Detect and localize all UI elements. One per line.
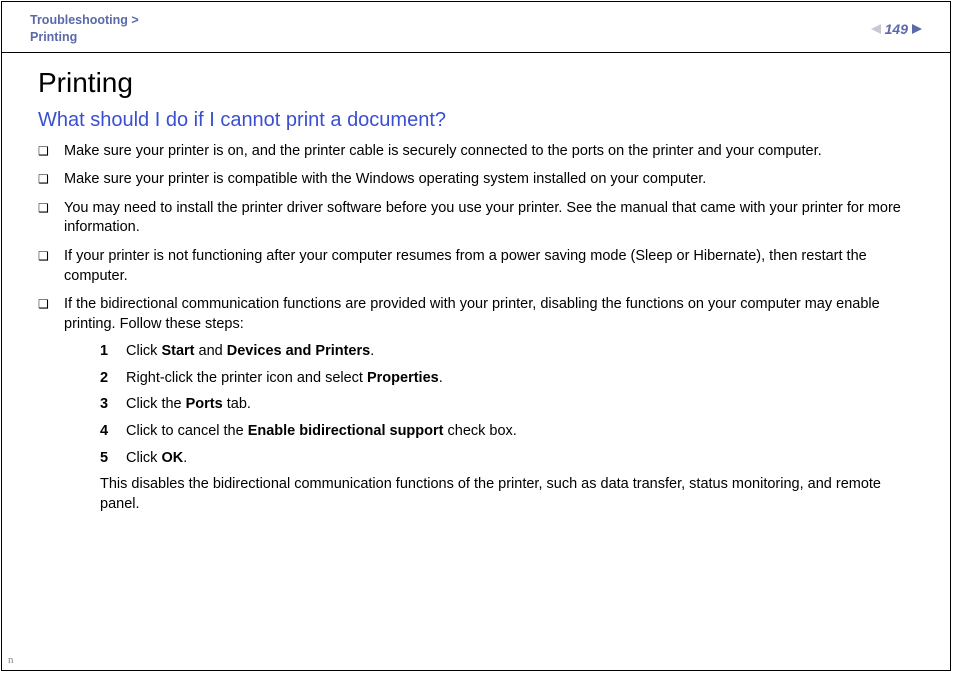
breadcrumb[interactable]: Troubleshooting > Printing (30, 12, 139, 46)
prev-page-arrow-icon[interactable] (871, 24, 881, 34)
step-text: Click the Ports tab. (126, 395, 251, 415)
step-text: Click to cancel the Enable bidirectional… (126, 422, 517, 442)
step-number: 5 (100, 449, 126, 469)
step-number: 2 (100, 369, 126, 389)
list-item: ❑ Make sure your printer is on, and the … (38, 142, 918, 162)
breadcrumb-current: Printing (30, 30, 77, 44)
list-item-text: Make sure your printer is on, and the pr… (64, 142, 918, 162)
section-question: What should I do if I cannot print a doc… (38, 109, 918, 132)
bullet-icon: ❑ (38, 170, 64, 187)
step-text: Right-click the printer icon and select … (126, 369, 443, 389)
page-nav: 149 (871, 21, 922, 37)
bullet-icon: ❑ (38, 142, 64, 159)
step-item: 2Right-click the printer icon and select… (100, 369, 918, 389)
bullet-list: ❑ Make sure your printer is on, and the … (38, 142, 918, 514)
page-number: 149 (885, 21, 908, 37)
main-content: Printing What should I do if I cannot pr… (2, 53, 950, 514)
list-item-text: Make sure your printer is compatible wit… (64, 170, 918, 190)
step-item: 5Click OK. (100, 449, 918, 469)
list-item-lead: If the bidirectional communication funct… (64, 296, 880, 332)
list-item: ❑ You may need to install the printer dr… (38, 199, 918, 238)
step-number: 3 (100, 395, 126, 415)
list-item-text: If the bidirectional communication funct… (64, 295, 918, 514)
step-text: Click Start and Devices and Printers. (126, 342, 374, 362)
step-item: 4Click to cancel the Enable bidirectiona… (100, 422, 918, 442)
next-page-arrow-icon[interactable] (912, 24, 922, 34)
bullet-icon: ❑ (38, 295, 64, 312)
after-note: This disables the bidirectional communic… (100, 475, 918, 514)
step-number: 4 (100, 422, 126, 442)
step-item: 3Click the Ports tab. (100, 395, 918, 415)
corner-tag: n (8, 654, 14, 666)
step-list: 1Click Start and Devices and Printers. 2… (100, 342, 918, 468)
page-title: Printing (38, 67, 918, 99)
document-page: Troubleshooting > Printing 149 Printing … (1, 1, 951, 671)
bullet-icon: ❑ (38, 247, 64, 264)
page-header: Troubleshooting > Printing 149 (2, 2, 950, 53)
step-text: Click OK. (126, 449, 187, 469)
breadcrumb-parent: Troubleshooting > (30, 13, 139, 27)
list-item: ❑ If your printer is not functioning aft… (38, 247, 918, 286)
step-item: 1Click Start and Devices and Printers. (100, 342, 918, 362)
step-number: 1 (100, 342, 126, 362)
list-item: ❑ Make sure your printer is compatible w… (38, 170, 918, 190)
list-item: ❑ If the bidirectional communication fun… (38, 295, 918, 514)
list-item-text: If your printer is not functioning after… (64, 247, 918, 286)
list-item-text: You may need to install the printer driv… (64, 199, 918, 238)
bullet-icon: ❑ (38, 199, 64, 216)
